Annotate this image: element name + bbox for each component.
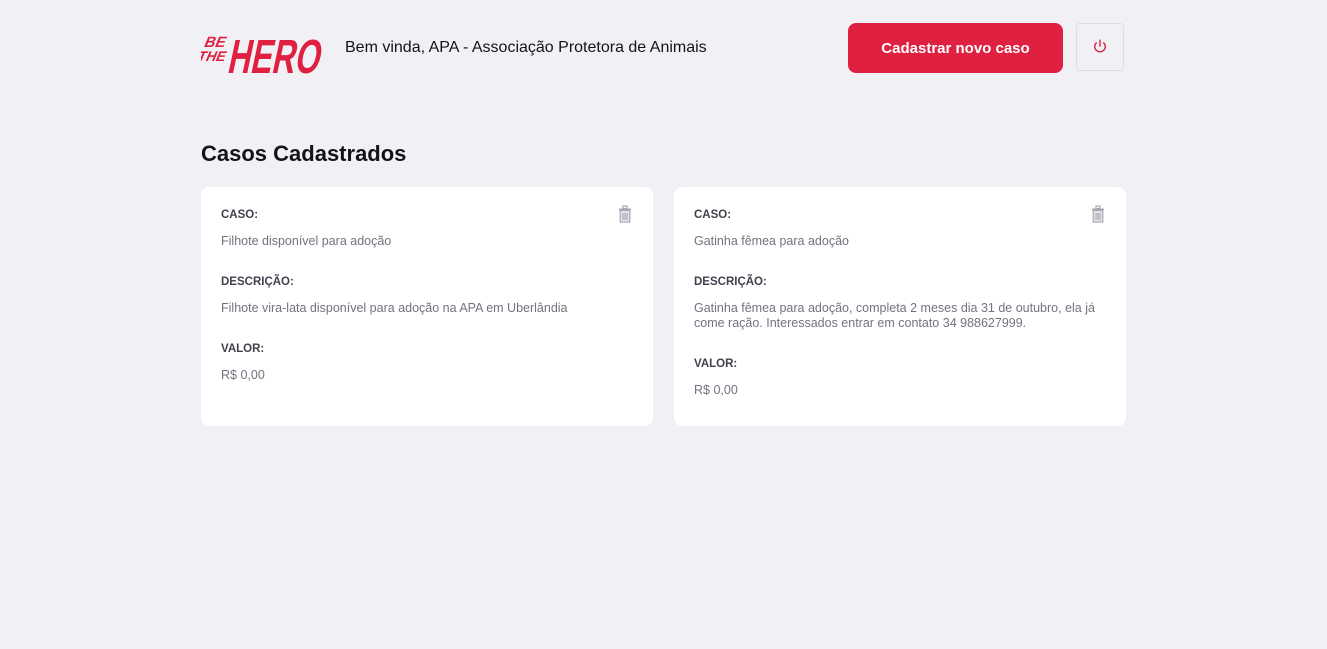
- case-card: CASO: Filhote disponível para adoção DES…: [201, 187, 653, 426]
- trash-icon: [1091, 204, 1105, 228]
- case-label: CASO:: [694, 209, 732, 221]
- page-title: Casos Cadastrados: [201, 141, 407, 166]
- description-label: DESCRIÇÃO:: [221, 276, 294, 288]
- trash-icon: [618, 204, 632, 228]
- be-the-hero-logo: BE THE HERO: [201, 23, 327, 74]
- delete-case-button[interactable]: [1090, 204, 1106, 228]
- header: BE THE HERO Bem vinda, APA - Associação …: [201, 23, 1126, 74]
- description-label: DESCRIÇÃO:: [694, 276, 767, 288]
- case-card: CASO: Gatinha fêmea para adoção DESCRIÇÃ…: [674, 187, 1126, 426]
- page: BE THE HERO Bem vinda, APA - Associação …: [0, 0, 1327, 649]
- svg-text:HERO: HERO: [224, 30, 327, 74]
- logout-button[interactable]: [1076, 23, 1124, 71]
- case-value: R$ 0,00: [221, 368, 265, 382]
- case-title: Filhote disponível para adoção: [221, 234, 392, 248]
- welcome-text: Bem vinda, APA - Associação Protetora de…: [345, 39, 707, 56]
- case-description: Filhote vira-lata disponível para adoção…: [221, 301, 568, 315]
- case-value: R$ 0,00: [694, 383, 738, 397]
- delete-case-button[interactable]: [617, 204, 633, 228]
- new-case-button[interactable]: Cadastrar novo caso: [848, 23, 1063, 73]
- case-title: Gatinha fêmea para adoção: [694, 234, 849, 248]
- case-description: Gatinha fêmea para adoção, completa 2 me…: [694, 301, 1095, 330]
- svg-text:THE: THE: [201, 48, 228, 64]
- value-label: VALOR:: [694, 358, 738, 370]
- value-label: VALOR:: [221, 343, 265, 355]
- power-icon: [1093, 38, 1107, 56]
- case-label: CASO:: [221, 209, 259, 221]
